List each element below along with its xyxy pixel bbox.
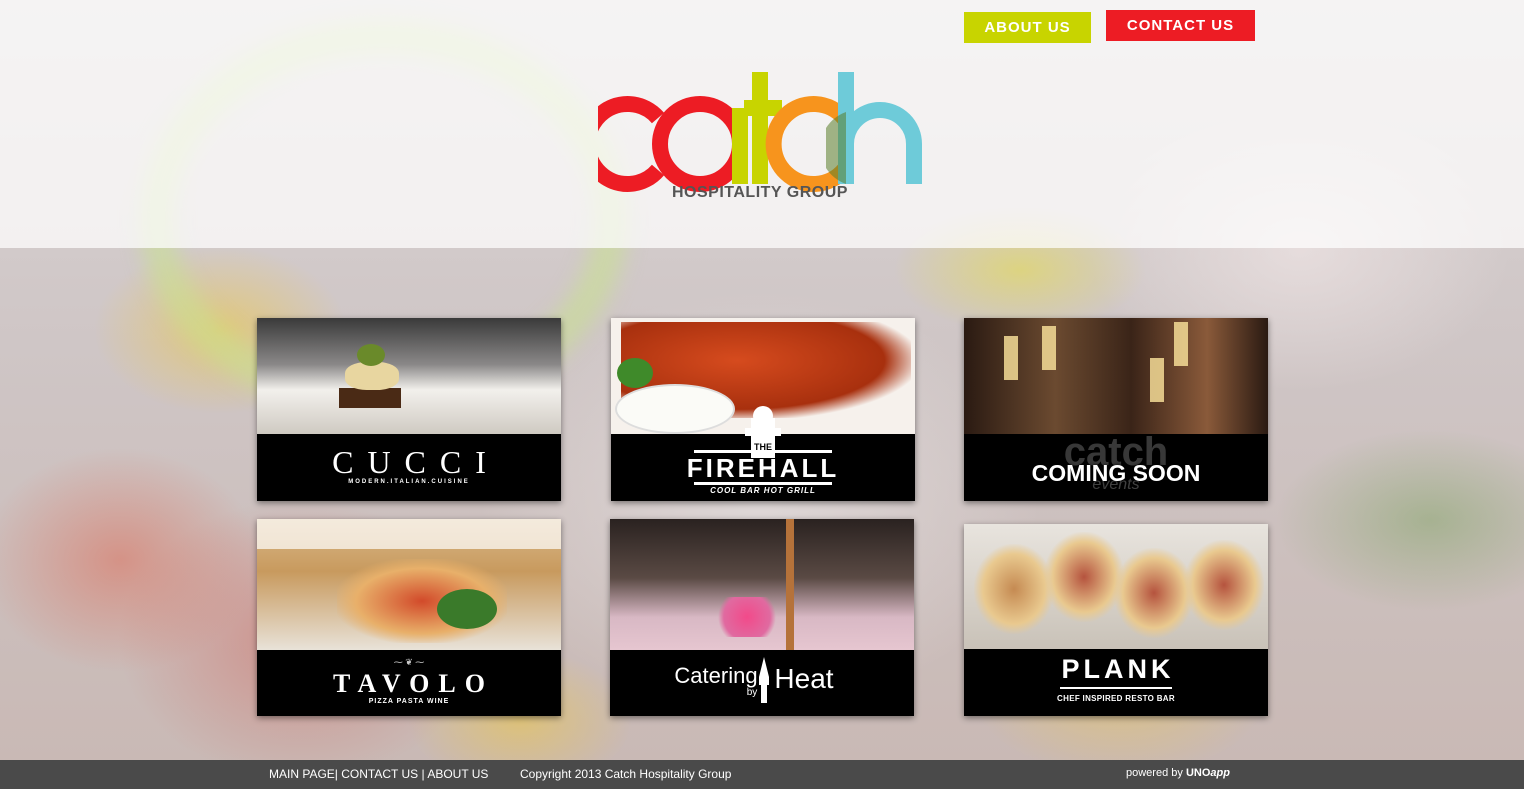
brand-name: FIREHALL — [686, 453, 840, 483]
bruschetta-image — [974, 544, 1054, 634]
brand-name: PLANK — [1061, 654, 1175, 684]
powered-by-prefix: powered by — [1126, 767, 1183, 779]
card-firehall[interactable]: THE FIREHALL COOL BAR HOT GRILL — [611, 318, 915, 501]
footer-separator: | — [421, 767, 425, 781]
brand-name: TAVOLO — [333, 669, 494, 698]
logo-subtitle: HOSPITALITY GROUP — [672, 184, 848, 201]
champagne-glass-image — [1004, 336, 1018, 380]
card-coming-soon[interactable]: catch events COMING SOON — [964, 318, 1268, 501]
divider — [694, 482, 832, 485]
footer-link-about-us[interactable]: ABOUT US — [427, 767, 488, 781]
card-catering-by-heat[interactable]: Catering by Heat — [610, 519, 914, 716]
ornament: ⁓ ❦ ⁓ — [393, 657, 425, 667]
plate-image — [257, 519, 561, 549]
contact-us-button[interactable]: CONTACT US — [1106, 10, 1255, 41]
champagne-glass-image — [1042, 326, 1056, 370]
footer: MAIN PAGE| CONTACT US | ABOUT US Copyrig… — [0, 760, 1524, 789]
footer-links: MAIN PAGE| CONTACT US | ABOUT US — [269, 767, 488, 781]
footer-link-contact-us[interactable]: CONTACT US — [341, 767, 418, 781]
catering-photo — [610, 519, 914, 650]
champagne-glass-image — [1150, 358, 1164, 402]
party-photo — [964, 318, 1268, 434]
flowers-image — [714, 597, 780, 637]
footer-separator: | — [334, 767, 338, 781]
brand-tagline: COOL BAR HOT GRILL — [710, 486, 816, 495]
bruschetta-image — [1044, 532, 1124, 622]
plank-photo — [964, 524, 1268, 649]
footer-link-main-page[interactable]: MAIN PAGE — [269, 767, 335, 781]
bruschetta-image — [1184, 540, 1264, 630]
dip-bowl-image — [615, 384, 735, 434]
footer-powered-by[interactable]: powered by UNOapp — [1126, 767, 1230, 779]
coming-soon-label: COMING SOON — [1031, 460, 1201, 486]
brand-name: CUCCI — [332, 444, 500, 480]
about-us-button[interactable]: ABOUT US — [964, 12, 1091, 43]
candle-stand-image — [786, 519, 794, 650]
parsley-image — [617, 358, 653, 388]
footer-copyright: Copyright 2013 Catch Hospitality Group — [520, 767, 732, 781]
bruschetta-image — [1114, 548, 1194, 638]
brand-tagline: CHEF INSPIRED RESTO BAR — [1057, 694, 1175, 703]
card-tavolo[interactable]: ⁓ ❦ ⁓ TAVOLO PIZZA PASTA WINE — [257, 519, 561, 716]
tavolo-photo — [257, 519, 561, 650]
powered-by-brand: UNO — [1185, 767, 1211, 779]
garnish-image — [357, 344, 385, 366]
brand-name-part2: Heat — [774, 663, 834, 694]
dish-image — [345, 362, 399, 390]
powered-by-brand-suffix: app — [1210, 767, 1230, 779]
champagne-glass-image — [1174, 322, 1188, 366]
dish-image — [339, 388, 401, 408]
divider — [1060, 687, 1172, 689]
cucci-photo — [257, 318, 561, 434]
card-cucci[interactable]: CUCCI MODERN.ITALIAN.CUISINE — [257, 318, 561, 501]
arugula-image — [437, 589, 497, 629]
brand-tagline: PIZZA PASTA WINE — [368, 698, 450, 705]
brand-tagline: MODERN.ITALIAN.CUISINE — [348, 479, 470, 485]
card-plank[interactable]: PLANK CHEF INSPIRED RESTO BAR — [964, 524, 1268, 716]
